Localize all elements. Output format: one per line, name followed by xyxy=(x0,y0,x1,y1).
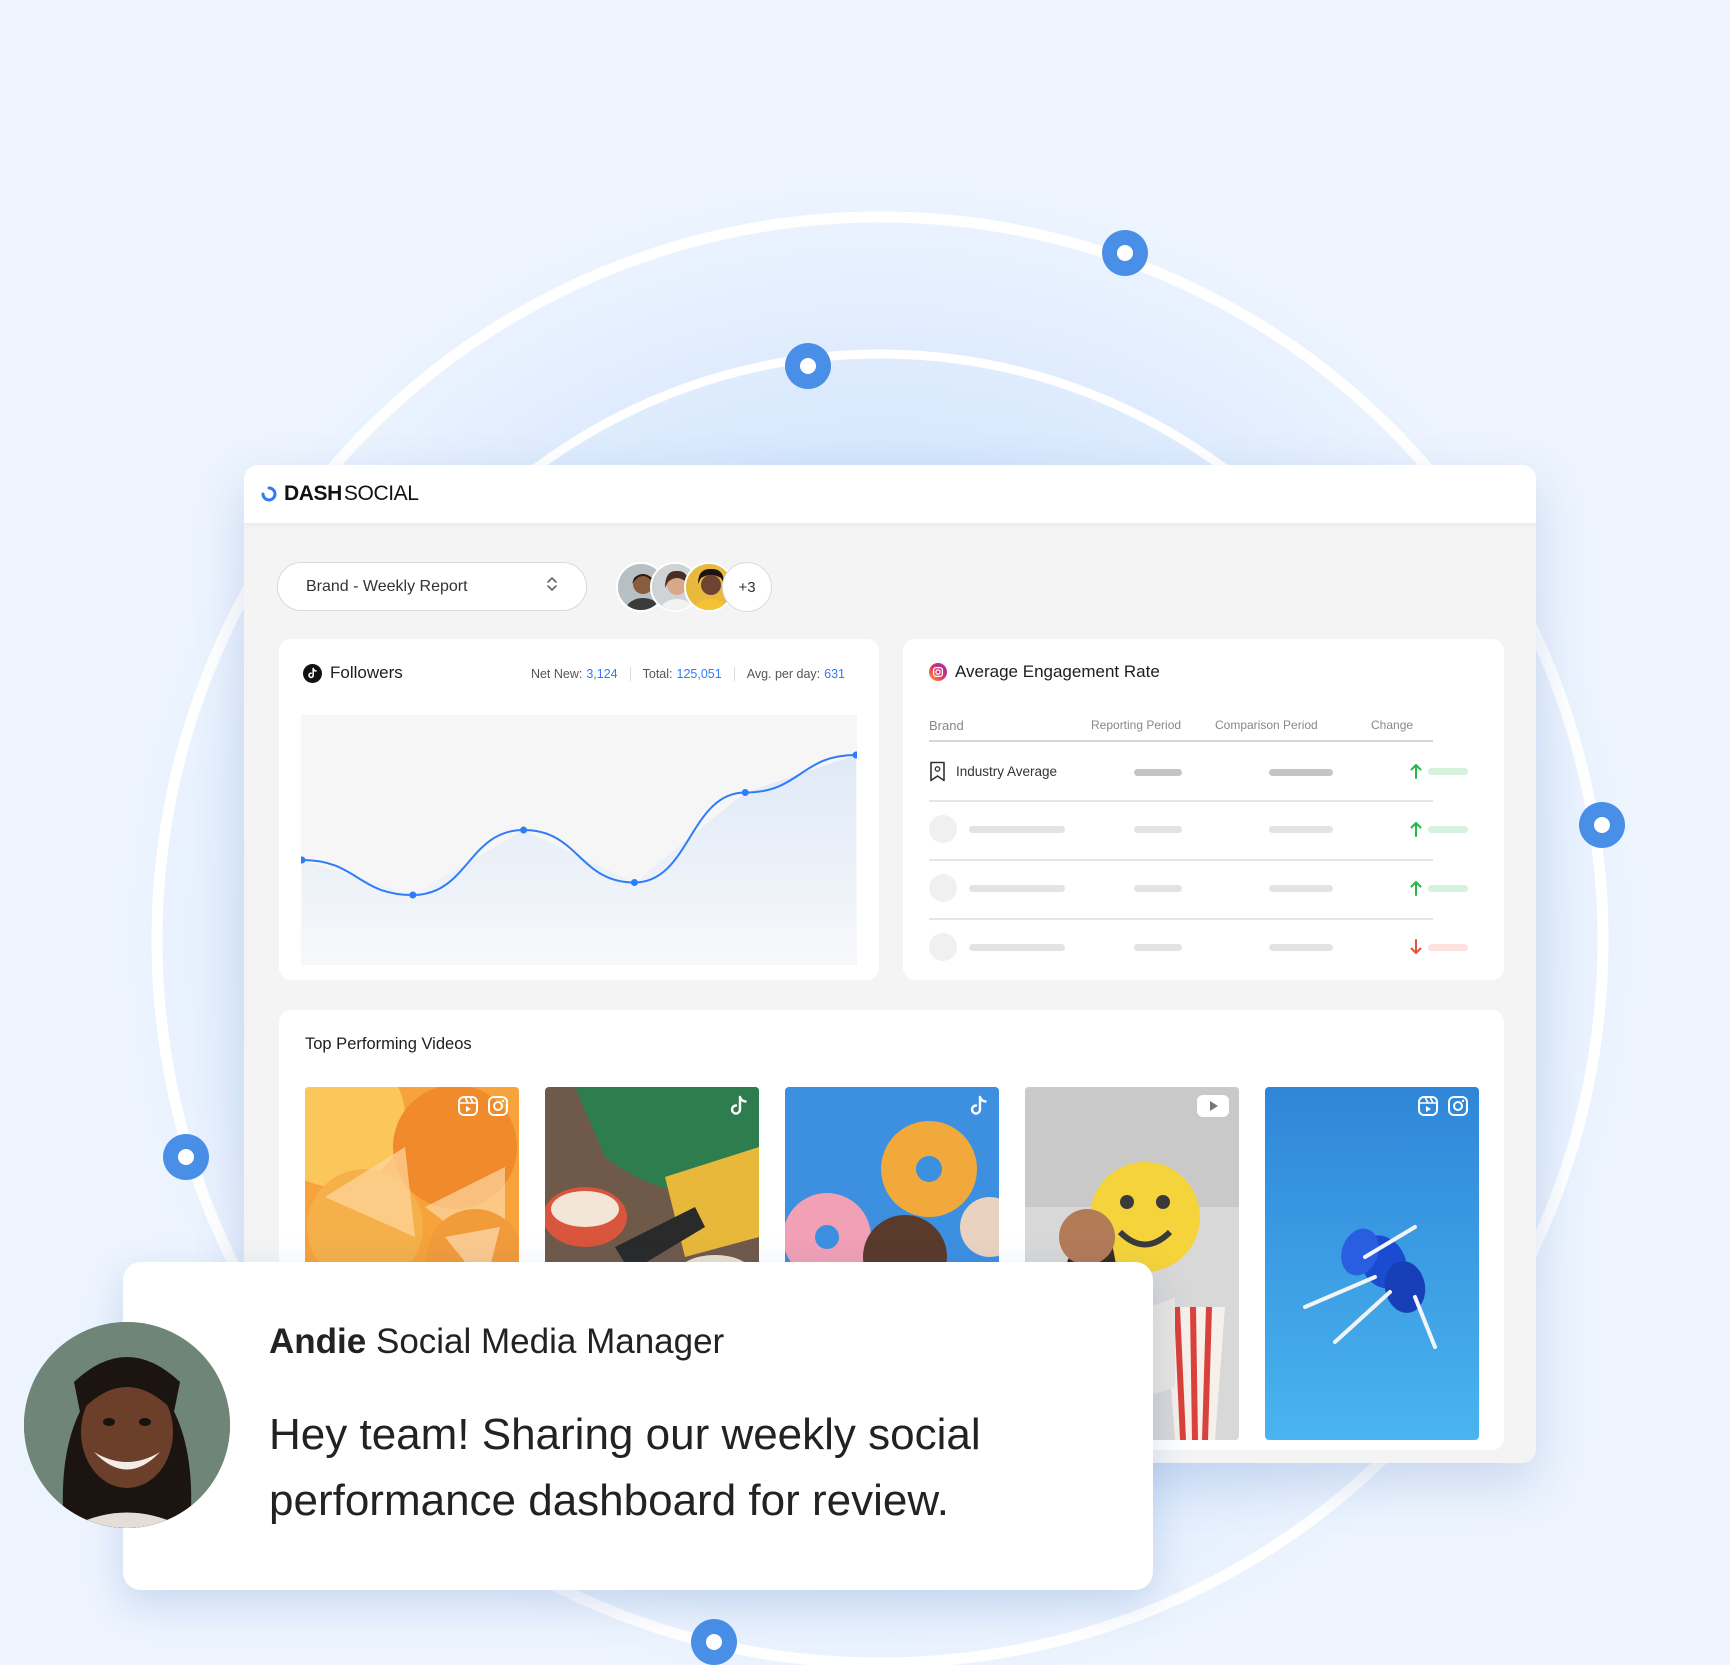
chart-data-point[interactable] xyxy=(409,891,417,899)
metric-avg-per-day: Avg. per day: 631 xyxy=(733,667,857,681)
reporting-period-placeholder xyxy=(1134,944,1182,951)
row-divider xyxy=(929,800,1433,802)
column-header-reporting-period: Reporting Period xyxy=(1091,718,1182,732)
engagement-title-text: Average Engagement Rate xyxy=(955,662,1160,681)
chart-data-point[interactable] xyxy=(741,789,749,796)
followers-line-chart xyxy=(301,715,857,965)
metric-label: Avg. per day: xyxy=(746,667,821,681)
sender-role: Social Media Manager xyxy=(375,1322,725,1361)
tiktok-icon xyxy=(303,663,322,683)
chevron-up-down-icon xyxy=(546,575,558,598)
metric-total: Total: 125,051 xyxy=(629,667,734,681)
sender-name: Andie xyxy=(269,1322,367,1361)
followers-metrics: Net New: 3,124 Total: 125,051 Avg. per day… xyxy=(519,667,857,681)
engagement-title: Average Engagement Rate xyxy=(929,662,1160,682)
comparison-period-placeholder xyxy=(1269,769,1333,776)
logo-text-light: SOCIAL xyxy=(343,482,419,505)
bookmark-icon xyxy=(930,761,945,782)
chart-data-point[interactable] xyxy=(630,879,638,886)
logo-text-bold: DASH xyxy=(284,482,342,505)
change-bar xyxy=(1428,825,1468,833)
platform-icons xyxy=(729,1095,749,1117)
metric-value: 631 xyxy=(824,667,845,681)
message-sender: Andie Social Media Manager xyxy=(269,1322,724,1362)
followers-title: Followers xyxy=(303,663,403,683)
youtube-icon xyxy=(1197,1095,1229,1117)
metric-value: 3,124 xyxy=(586,667,618,681)
change-bar xyxy=(1428,884,1468,892)
change-bar xyxy=(1428,767,1468,775)
brand-name-placeholder xyxy=(969,944,1065,951)
instagram-reels-icon xyxy=(458,1096,478,1116)
arrow-up-icon xyxy=(1410,881,1422,896)
reporting-period-placeholder xyxy=(1134,769,1182,776)
tiktok-icon xyxy=(970,1095,987,1115)
comparison-period-placeholder xyxy=(1269,944,1333,951)
table-header-divider xyxy=(929,740,1433,742)
comparison-period-placeholder xyxy=(1269,826,1333,833)
change-indicator xyxy=(1410,880,1468,896)
metric-value: 125,051 xyxy=(676,667,722,681)
instagram-icon xyxy=(929,663,947,681)
reporting-period-placeholder xyxy=(1134,885,1182,892)
orbit-dot-icon xyxy=(1102,230,1148,276)
top-bar: DASH SOCIAL xyxy=(244,465,1536,523)
table-row[interactable]: Industry Average xyxy=(929,761,1057,782)
metric-label: Total: xyxy=(642,667,673,681)
brand-avatar-placeholder xyxy=(929,874,957,902)
change-bar xyxy=(1428,943,1468,951)
platform-icons xyxy=(969,1095,989,1117)
column-header-comparison-period: Comparison Period xyxy=(1215,718,1318,732)
orbit-dot-icon xyxy=(785,343,831,389)
arrow-up-icon xyxy=(1410,764,1422,779)
engagement-card: Average Engagement Rate Brand Reporting … xyxy=(903,639,1504,980)
message-text: Hey team! Sharing our weekly social perf… xyxy=(269,1410,981,1525)
brand-name-placeholder xyxy=(969,826,1065,833)
column-header-brand: Brand xyxy=(929,718,964,733)
orbit-dot-icon xyxy=(691,1619,737,1665)
report-select[interactable]: Brand - Weekly Report xyxy=(277,562,587,611)
metric-net-new: Net New: 3,124 xyxy=(519,667,630,681)
change-indicator xyxy=(1410,821,1468,837)
instagram-reels-icon xyxy=(1418,1096,1438,1116)
video-thumbnail-blue-lollipops[interactable] xyxy=(1265,1087,1479,1440)
row-label-industry-average: Industry Average xyxy=(956,764,1058,779)
report-select-label: Brand - Weekly Report xyxy=(306,577,468,595)
orbit-dot-icon xyxy=(1579,802,1625,848)
brand-avatar-placeholder xyxy=(929,933,957,961)
change-indicator xyxy=(1410,939,1468,955)
followers-card: Followers Net New: 3,124 Total: 125,051 Av… xyxy=(279,639,879,980)
platform-icons xyxy=(1197,1095,1229,1117)
logo-mark-icon xyxy=(261,486,277,502)
brand-avatar-placeholder xyxy=(929,815,957,843)
row-divider xyxy=(929,918,1433,920)
chart-data-point[interactable] xyxy=(520,826,528,834)
message-bubble: Andie Social Media Manager Hey team! Sha… xyxy=(123,1262,1153,1590)
platform-icons xyxy=(457,1095,509,1117)
column-header-change: Change xyxy=(1371,718,1414,732)
followers-title-text: Followers xyxy=(330,663,403,682)
top-videos-title: Top Performing Videos xyxy=(305,1035,472,1053)
change-indicator xyxy=(1410,763,1468,779)
instagram-icon xyxy=(1448,1096,1468,1116)
metric-label: Net New: xyxy=(530,667,583,681)
row-divider xyxy=(929,859,1433,861)
arrow-up-icon xyxy=(1410,822,1422,837)
brand-name-placeholder xyxy=(969,885,1065,892)
sender-avatar xyxy=(24,1322,230,1528)
orbit-dot-icon xyxy=(163,1134,209,1180)
tiktok-icon xyxy=(730,1095,747,1115)
collaborator-avatars[interactable]: +3 xyxy=(616,562,772,612)
more-collaborators-badge[interactable]: +3 xyxy=(722,562,772,612)
arrow-down-icon xyxy=(1410,939,1422,954)
comparison-period-placeholder xyxy=(1269,885,1333,892)
reporting-period-placeholder xyxy=(1134,826,1182,833)
platform-icons xyxy=(1417,1095,1469,1117)
instagram-icon xyxy=(488,1096,508,1116)
dash-social-logo[interactable]: DASH SOCIAL xyxy=(260,482,419,506)
